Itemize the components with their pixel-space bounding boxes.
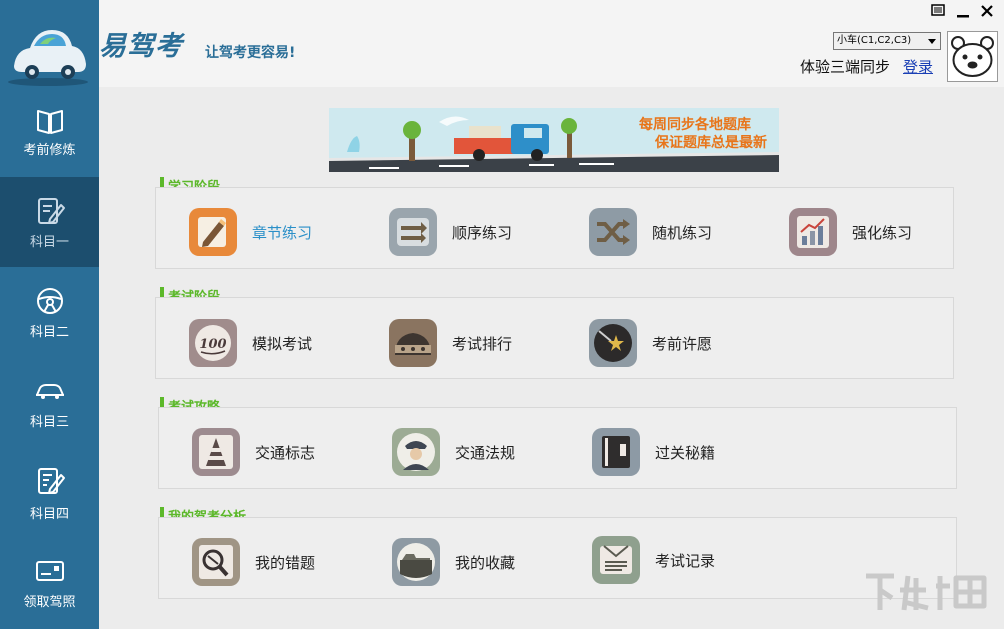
car-logo-icon (8, 30, 88, 86)
sidebar-item-label: 科目一 (29, 235, 69, 250)
folder-icon (392, 538, 440, 586)
brand-slogan: 让驾考更容易! (205, 45, 296, 61)
section-analysis: 我的错题 我的收藏 考试记录 (158, 517, 957, 599)
section-study: 章节练习 顺序练习 随机练习 强化练习 (155, 187, 954, 269)
tile-my-favorites[interactable]: 我的收藏 (392, 538, 582, 588)
record-icon (592, 536, 640, 584)
tile-label: 交通法规 (455, 444, 516, 462)
sidebar-item-license[interactable]: 领取驾照 (0, 539, 99, 629)
sidebar-item-kemu2[interactable]: 科目二 (0, 267, 99, 357)
header: 易驾考 让驾考更容易! 小车(C1,C2,C3) 体验三端同步 登录 (99, 0, 1004, 87)
section-guide: 交通标志 交通法规 过关秘籍 (158, 407, 957, 489)
banner-line1: 每周同步各地题库 (639, 117, 751, 133)
sidebar: 考前修炼 科目一 科目二 科目三 科目四 领取驾照 (0, 0, 99, 629)
podium-icon (389, 319, 437, 367)
tile-label: 随机练习 (652, 224, 713, 242)
edit-doc-icon (38, 198, 65, 224)
magnifier-icon (192, 538, 240, 586)
pencil-icon (189, 208, 237, 256)
tile-label: 章节练习 (252, 224, 313, 242)
score-100-icon: 100 (189, 319, 237, 367)
bear-avatar-icon (951, 36, 994, 77)
tile-exam-ranking[interactable]: 考试排行 (389, 319, 579, 369)
sidebar-item-label: 科目四 (29, 507, 69, 522)
banner-line2: 保证题库总是最新 (655, 135, 767, 151)
license-card-icon (36, 561, 64, 581)
steering-wheel-icon (37, 288, 63, 314)
police-icon (392, 428, 440, 476)
sidebar-item-kemu1[interactable]: 科目一 (0, 177, 99, 267)
tile-label: 模拟考试 (252, 335, 313, 353)
tile-label: 顺序练习 (452, 224, 513, 242)
sidebar-item-kemu4[interactable]: 科目四 (0, 447, 99, 537)
tile-label: 我的错题 (255, 554, 316, 572)
sync-text: 体验三端同步 (800, 58, 891, 76)
login-link[interactable]: 登录 (903, 56, 933, 77)
tile-sequential-practice[interactable]: 顺序练习 (389, 208, 579, 258)
tile-pre-exam-wish[interactable]: 考前许愿 (589, 319, 779, 369)
tile-intensive-practice[interactable]: 强化练习 (789, 208, 979, 258)
chevron-down-icon (928, 39, 936, 44)
tile-label: 考前许愿 (652, 335, 713, 353)
tile-chapter-practice[interactable]: 章节练习 (189, 208, 379, 258)
tile-my-mistakes[interactable]: 我的错题 (192, 538, 382, 588)
bar-chart-icon (789, 208, 837, 256)
secret-book-icon (592, 428, 640, 476)
sidebar-item-label: 科目二 (29, 325, 69, 340)
note-edit-icon (38, 468, 65, 494)
traffic-cone-icon (192, 428, 240, 476)
tile-label: 考试记录 (655, 552, 716, 570)
app-logo (0, 0, 99, 87)
minimize-icon[interactable] (955, 4, 971, 18)
tile-label: 考试排行 (452, 335, 513, 353)
star-wish-icon (589, 319, 637, 367)
tile-label: 交通标志 (255, 444, 316, 462)
promo-banner[interactable]: 每周同步各地题库 保证题库总是最新 (329, 108, 779, 172)
watermark-logo (866, 573, 987, 611)
close-icon[interactable] (979, 3, 995, 19)
tile-pass-secrets[interactable]: 过关秘籍 (592, 428, 782, 478)
car-icon (36, 384, 64, 399)
book-icon (37, 110, 63, 134)
tile-traffic-regulations[interactable]: 交通法规 (392, 428, 582, 478)
sidebar-item-label: 考前修炼 (23, 143, 76, 158)
car-type-value: 小车(C1,C2,C3) (837, 35, 912, 46)
brand-title: 易驾考 (99, 31, 183, 62)
tile-label: 我的收藏 (455, 554, 516, 572)
svg-text:100: 100 (199, 337, 226, 352)
section-exam: 100 模拟考试 考试排行 考前许愿 (155, 297, 954, 379)
tile-random-practice[interactable]: 随机练习 (589, 208, 779, 258)
tile-label: 过关秘籍 (655, 444, 716, 462)
arrows-icon (389, 208, 437, 256)
sidebar-item-label: 领取驾照 (23, 595, 76, 610)
tile-label: 强化练习 (852, 224, 913, 242)
tile-mock-exam[interactable]: 100 模拟考试 (189, 319, 379, 369)
sidebar-item-label: 科目三 (29, 415, 69, 430)
avatar[interactable] (947, 31, 998, 82)
shuffle-icon (589, 208, 637, 256)
sidebar-item-kaoqian[interactable]: 考前修炼 (0, 87, 99, 177)
restore-icon[interactable] (931, 4, 945, 16)
tile-exam-records[interactable]: 考试记录 (592, 536, 782, 586)
sidebar-item-kemu3[interactable]: 科目三 (0, 357, 99, 447)
tile-traffic-signs[interactable]: 交通标志 (192, 428, 382, 478)
car-type-select[interactable]: 小车(C1,C2,C3) (833, 32, 941, 50)
